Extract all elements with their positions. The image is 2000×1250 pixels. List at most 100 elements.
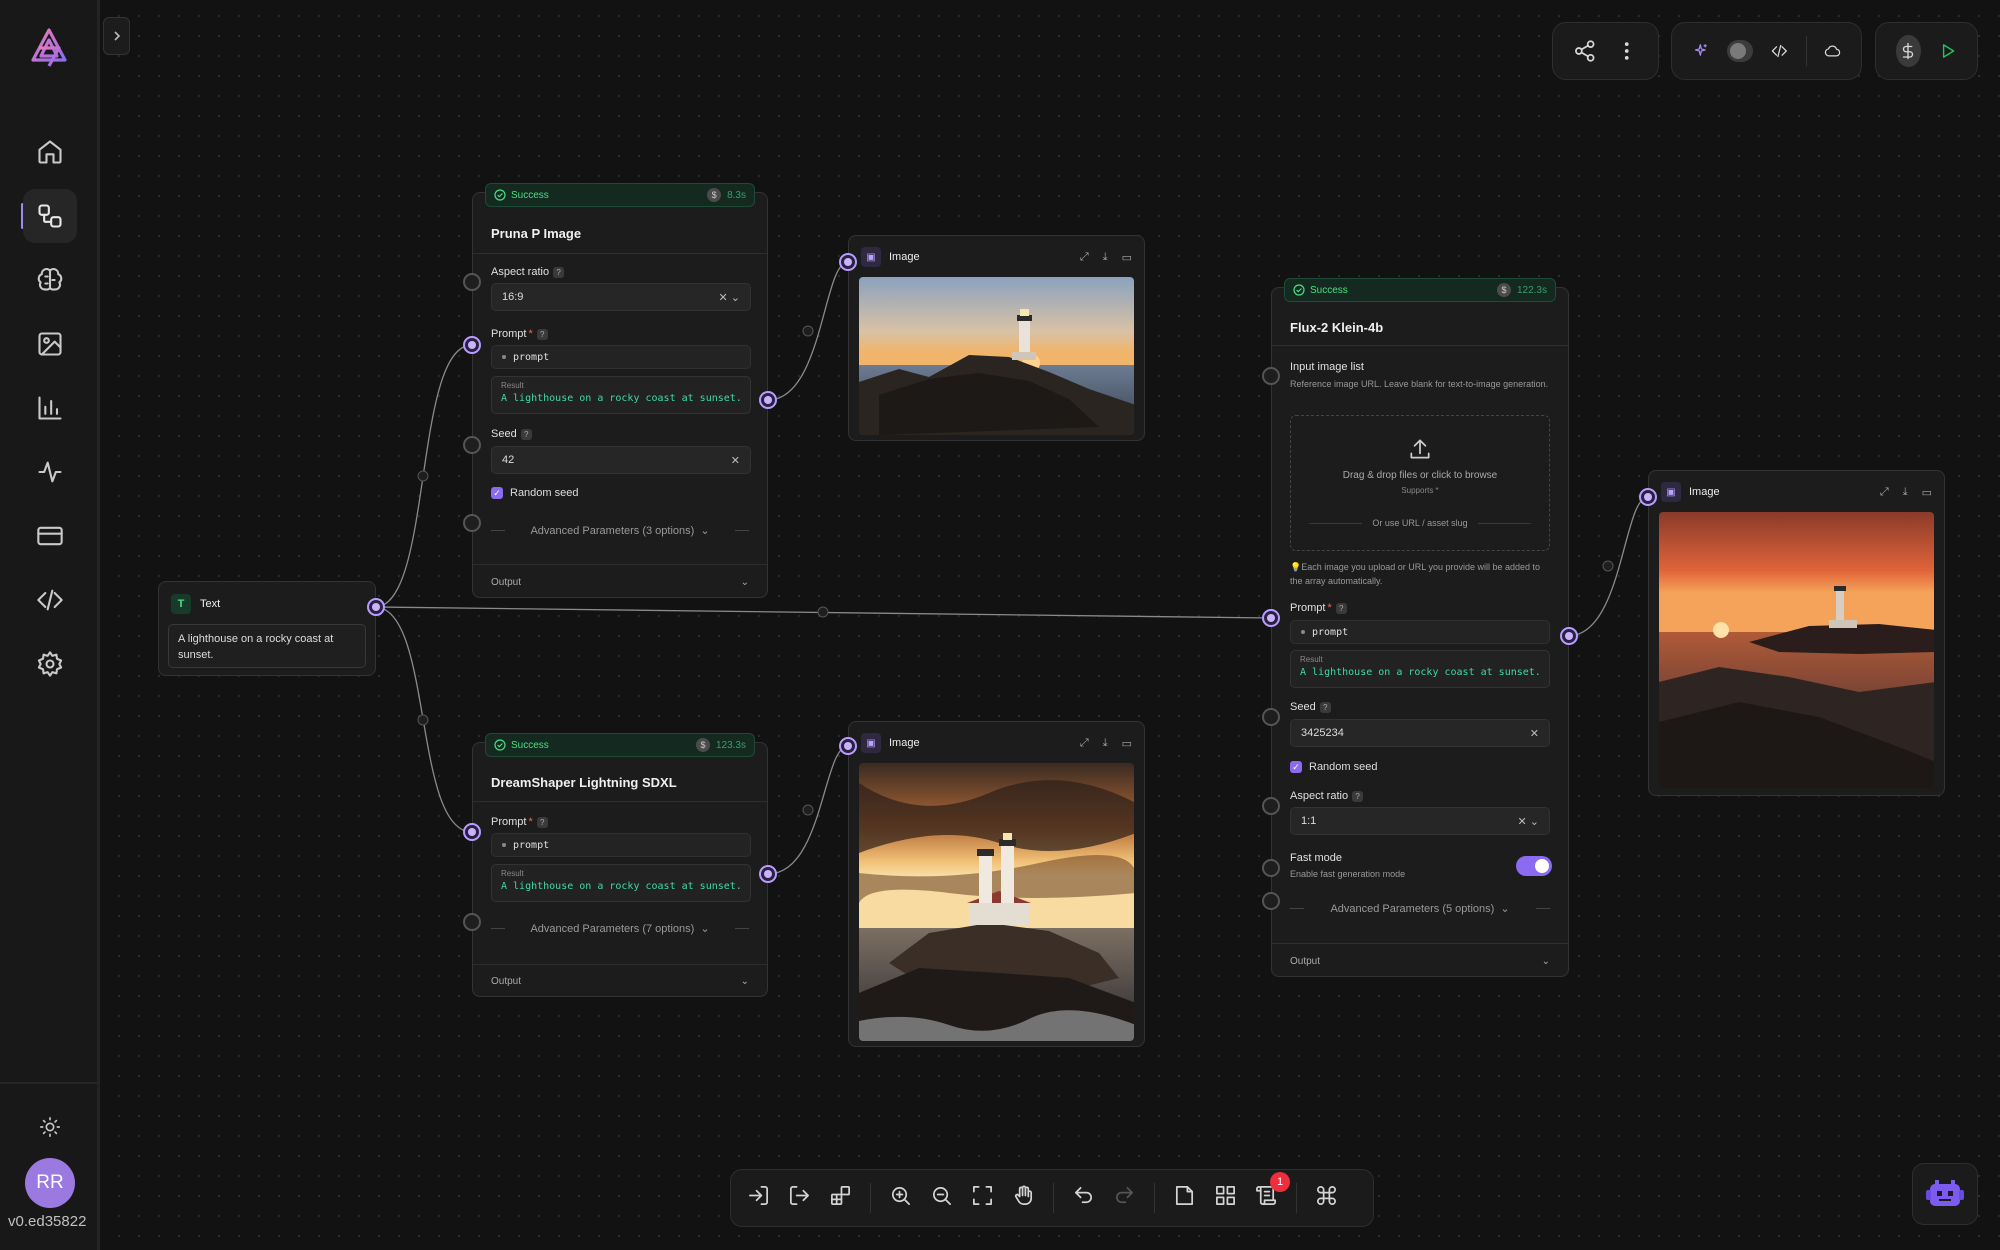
pruna-advanced-handle[interactable] — [463, 514, 481, 532]
export-button[interactable] — [788, 1184, 811, 1212]
prompt-result: Result A lighthouse on a rocky coast at s… — [491, 376, 751, 414]
check-circle-icon — [494, 739, 506, 751]
expand-icon[interactable]: ⤢ — [1080, 737, 1089, 750]
dreamshaper-advanced-handle[interactable] — [463, 913, 481, 931]
output-section[interactable]: Output ⌄ — [491, 976, 749, 987]
advanced-parameters-toggle[interactable]: Advanced Parameters (5 options) ⌄ — [1290, 902, 1550, 915]
sidebar-item-gallery[interactable] — [23, 317, 77, 371]
zoom-out-button[interactable] — [930, 1184, 953, 1212]
pruna-node[interactable]: Success $8.3s Pruna P Image Aspect ratio… — [472, 183, 768, 598]
prompt-input[interactable]: prompt — [1290, 620, 1550, 644]
expand-sidebar-button[interactable] — [103, 17, 130, 55]
shortcuts-button[interactable] — [1315, 1184, 1338, 1212]
flux-fast-mode-handle[interactable] — [1262, 859, 1280, 877]
status-badge: Success $123.3s — [485, 733, 755, 757]
flux-aspect-handle[interactable] — [1262, 797, 1280, 815]
advanced-parameters-toggle[interactable]: Advanced Parameters (7 options) ⌄ — [491, 922, 749, 935]
user-avatar[interactable]: RR — [25, 1158, 75, 1208]
sidebar-item-settings[interactable] — [23, 637, 77, 691]
theme-toggle-button[interactable] — [23, 1100, 77, 1154]
image-node-2[interactable]: ▣ Image ⤢ ⤓ ▭ — [848, 721, 1145, 1047]
download-icon[interactable]: ⤓ — [1103, 737, 1108, 750]
folder-icon[interactable]: ▭ — [1122, 251, 1132, 264]
file-dropzone[interactable]: Drag & drop files or click to browse Sup… — [1290, 415, 1550, 551]
folder-icon[interactable]: ▭ — [1922, 486, 1932, 499]
play-icon[interactable] — [1939, 39, 1957, 63]
flux-prompt-handle[interactable] — [1262, 609, 1280, 627]
fast-mode-toggle[interactable] — [1516, 856, 1552, 876]
assistant-button[interactable] — [1912, 1163, 1978, 1225]
flux-node[interactable]: Success $122.3s Flux-2 Klein-4b Input im… — [1271, 278, 1569, 977]
expand-icon[interactable]: ⤢ — [1880, 486, 1889, 499]
folder-icon[interactable]: ▭ — [1122, 737, 1132, 750]
generated-image[interactable] — [1659, 512, 1934, 788]
layout-button[interactable] — [1214, 1184, 1237, 1212]
sidebar-item-billing[interactable] — [23, 509, 77, 563]
import-button[interactable] — [747, 1184, 770, 1212]
flux-advanced-handle[interactable] — [1262, 892, 1280, 910]
code-icon[interactable] — [1771, 39, 1788, 63]
generated-image[interactable] — [859, 277, 1134, 435]
image2-input-handle[interactable] — [839, 737, 857, 755]
logs-button[interactable]: 1 — [1255, 1172, 1290, 1212]
add-node-button[interactable] — [829, 1184, 852, 1212]
image3-input-handle[interactable] — [1639, 488, 1657, 506]
image-node-1[interactable]: ▣ Image ⤢ ⤓ ▭ — [848, 235, 1145, 441]
sidebar-item-activity[interactable] — [23, 445, 77, 499]
dreamshaper-prompt-handle[interactable] — [463, 823, 481, 841]
prompt-input[interactable]: prompt — [491, 833, 751, 857]
sparkles-icon[interactable] — [1692, 39, 1709, 63]
more-vertical-icon[interactable] — [1615, 39, 1639, 63]
dreamshaper-output-handle[interactable] — [759, 865, 777, 883]
generated-image[interactable] — [859, 763, 1134, 1041]
grid-icon — [1216, 1186, 1235, 1205]
random-seed-checkbox[interactable]: ✓ Random seed — [1290, 761, 1378, 773]
sidebar-item-workflows[interactable] — [23, 189, 77, 243]
pruna-prompt-handle[interactable] — [463, 336, 481, 354]
share-icon[interactable] — [1573, 39, 1597, 63]
cloud-icon[interactable] — [1824, 39, 1841, 63]
output-section[interactable]: Output ⌄ — [491, 577, 749, 588]
sidebar-item-analytics[interactable] — [23, 381, 77, 435]
notes-button[interactable] — [1173, 1184, 1196, 1212]
text-node-input[interactable]: A lighthouse on a rocky coast at sunset. — [168, 624, 366, 668]
credits-button[interactable] — [1896, 35, 1921, 67]
undo-button[interactable] — [1072, 1184, 1095, 1212]
pruna-seed-handle[interactable] — [463, 436, 481, 454]
url-option[interactable]: Or use URL / asset slug — [1309, 518, 1532, 528]
app-logo-icon[interactable] — [27, 26, 71, 70]
pruna-aspect-handle[interactable] — [463, 273, 481, 291]
output-section[interactable]: Output ⌄ — [1290, 956, 1550, 967]
random-seed-checkbox[interactable]: ✓ Random seed — [491, 487, 579, 499]
clear-icon: ✕ — [1529, 727, 1539, 740]
advanced-parameters-toggle[interactable]: Advanced Parameters (3 options) ⌄ — [491, 524, 749, 537]
text-node[interactable]: T Text A lighthouse on a rocky coast at … — [158, 581, 376, 676]
image-node-3[interactable]: ▣ Image ⤢ ⤓ ▭ — [1648, 470, 1945, 796]
flux-input-images-handle[interactable] — [1262, 367, 1280, 385]
flux-output-handle[interactable] — [1560, 627, 1578, 645]
sidebar-item-api[interactable] — [23, 573, 77, 627]
redo-button[interactable] — [1113, 1184, 1136, 1212]
canvas-toolbar: 1 — [730, 1169, 1374, 1227]
pan-tool-button[interactable] — [1012, 1184, 1035, 1212]
sidebar-item-models[interactable] — [23, 253, 77, 307]
image1-input-handle[interactable] — [839, 253, 857, 271]
seed-input[interactable]: 42 ✕ — [491, 446, 751, 474]
text-output-handle[interactable] — [367, 598, 385, 616]
dreamshaper-node[interactable]: Success $123.3s DreamShaper Lightning SD… — [472, 733, 768, 997]
ai-mode-toggle[interactable] — [1726, 40, 1754, 62]
clear-icon: ✕ ⌄ — [1517, 815, 1540, 828]
fit-view-button[interactable] — [971, 1184, 994, 1212]
seed-input[interactable]: 3425234 ✕ — [1290, 719, 1550, 747]
prompt-input[interactable]: prompt — [491, 345, 751, 369]
download-icon[interactable]: ⤓ — [1103, 251, 1108, 264]
chevron-right-icon — [113, 31, 120, 41]
flux-seed-handle[interactable] — [1262, 708, 1280, 726]
download-icon[interactable]: ⤓ — [1903, 486, 1908, 499]
sidebar-item-home[interactable] — [23, 125, 77, 179]
aspect-ratio-select[interactable]: 1:1 ✕ ⌄ — [1290, 807, 1550, 835]
zoom-in-button[interactable] — [889, 1184, 912, 1212]
pruna-output-handle[interactable] — [759, 391, 777, 409]
aspect-ratio-select[interactable]: 16:9 ✕ ⌄ — [491, 283, 751, 311]
expand-icon[interactable]: ⤢ — [1080, 251, 1089, 264]
